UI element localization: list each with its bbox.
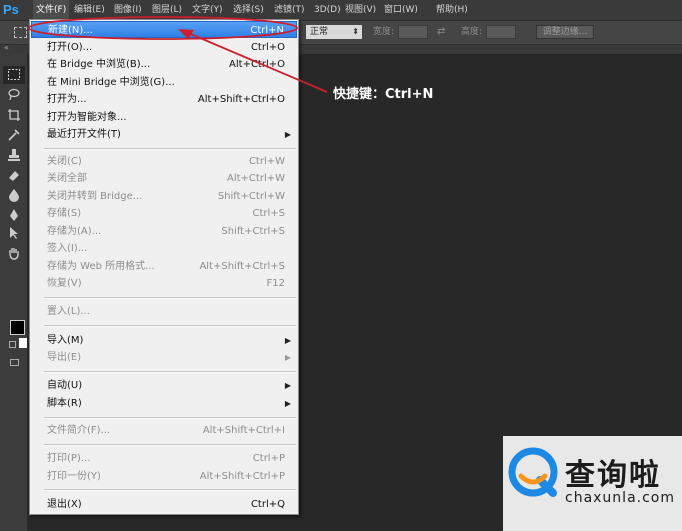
annotation-ellipse [28,16,298,40]
watermark-name: 查询啦 [565,458,661,493]
watermark-url: chaxunla.com [565,490,675,506]
shortcut-annotation: 快捷键：Ctrl+N [333,87,434,102]
annotation-arrow-line [185,31,328,93]
chaxunla-logo-icon [508,447,558,497]
watermark: 查询啦 chaxunla.com [503,436,682,531]
